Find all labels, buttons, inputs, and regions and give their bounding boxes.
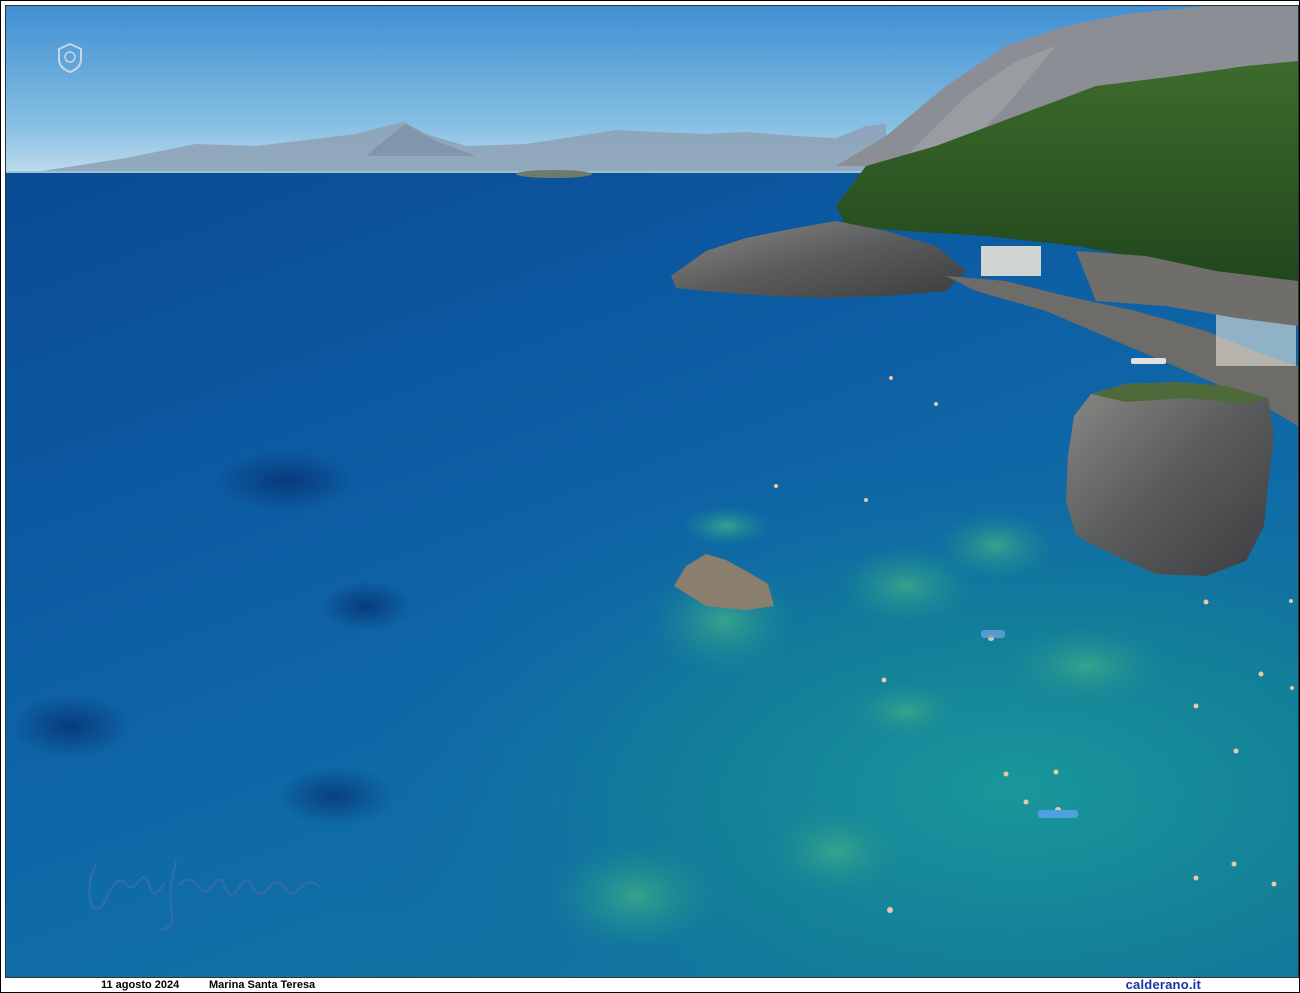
caption-date: 11 agosto 2024 [101, 979, 180, 991]
signature-watermark [88, 860, 322, 932]
crest-watermark-icon [58, 42, 82, 74]
caption-place: Marina Santa Teresa [209, 979, 316, 991]
coastline-photo [5, 5, 1299, 978]
caption-bar: 11 agosto 2024 Marina Santa Teresa calde… [5, 978, 1297, 992]
small-island [516, 170, 592, 178]
photo-frame: 11 agosto 2024 Marina Santa Teresa calde… [0, 0, 1300, 993]
caption-site-link[interactable]: calderano.it [1126, 978, 1201, 992]
